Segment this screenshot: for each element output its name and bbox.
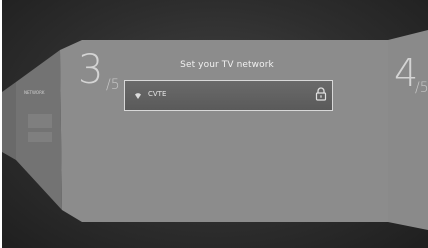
current-step-total: /5 [106,77,120,93]
setup-panels [2,30,428,230]
lock-icon [315,87,327,101]
page-title: Set your TV network [180,60,274,70]
previous-panel-slot [28,132,52,142]
tv-setup-screen: NETWORK 3 /5 Set your TV network CVTE 4 … [2,0,428,248]
network-item-cvte[interactable]: CVTE [124,80,333,111]
previous-panel [16,50,62,210]
current-step-number: 3 [78,47,104,93]
previous-panel-far [2,82,16,160]
wifi-icon [135,93,141,99]
next-step-total: /5 [415,80,428,96]
previous-panel-slot [28,114,52,128]
network-name: CVTE [148,90,167,98]
previous-panel-label: NETWORK [24,90,45,95]
